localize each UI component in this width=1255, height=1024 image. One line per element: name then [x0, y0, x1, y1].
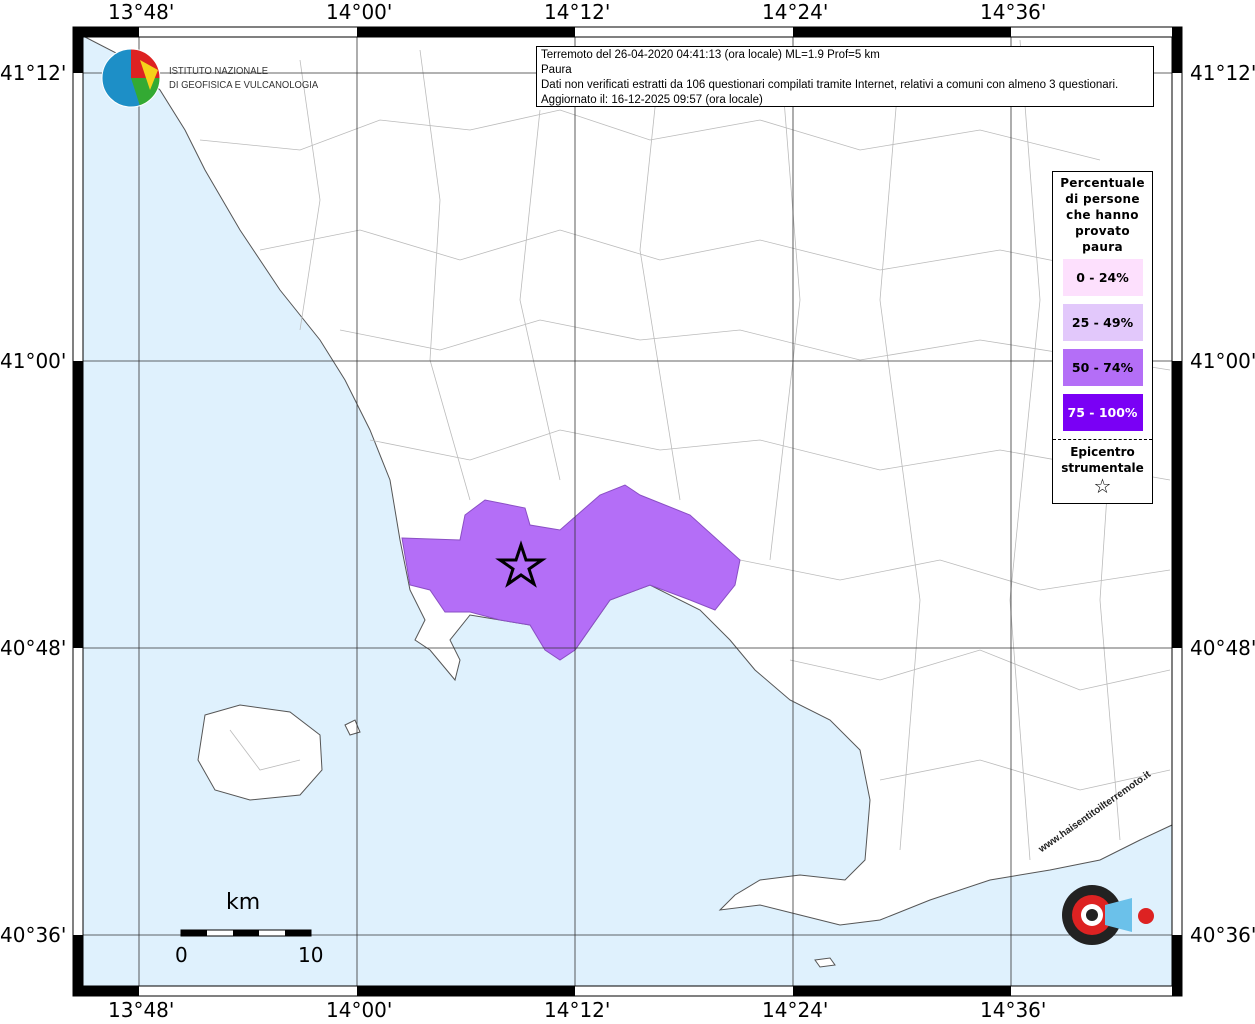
lon-tick-top: 14°12'	[544, 0, 611, 24]
legend-title-line: provato	[1075, 224, 1130, 238]
lon-tick-bottom: 13°48'	[108, 998, 175, 1022]
lat-tick-right: 41°12'	[1190, 61, 1255, 85]
map-canvas[interactable]	[0, 0, 1255, 1024]
lon-tick-top: 13°48'	[108, 0, 175, 24]
lat-tick-right: 40°48'	[1190, 636, 1255, 660]
lon-tick-bottom: 14°12'	[544, 998, 611, 1022]
ingv-logo-text: ISTITUTO NAZIONALE DI GEOFISICA E VULCAN…	[169, 64, 318, 92]
legend-title-line: che hanno	[1066, 208, 1139, 222]
epicenter-label: Epicentro	[1070, 445, 1135, 459]
legend-title-line: di persone	[1065, 192, 1140, 206]
scale-bar	[180, 929, 312, 937]
scale-end: 10	[298, 943, 324, 967]
lat-tick-left: 41°12'	[0, 61, 67, 85]
legend-item-25-49: 25 - 49%	[1062, 304, 1143, 341]
updated-timestamp: Aggiornato il: 16-12-2025 09:57 (ora loc…	[541, 94, 763, 106]
map-parameter: Paura	[541, 64, 572, 76]
lon-tick-bottom: 14°24'	[762, 998, 829, 1022]
lon-tick-bottom: 14°36'	[980, 998, 1047, 1022]
legend-item-50-74: 50 - 74%	[1062, 349, 1143, 386]
legend-title-line: paura	[1082, 240, 1123, 254]
lon-tick-top: 14°36'	[980, 0, 1047, 24]
lat-tick-left: 40°48'	[0, 636, 67, 660]
data-note: Dati non verificati estratti da 106 ques…	[541, 79, 1119, 91]
legend: Percentuale di persone che hanno provato…	[1052, 171, 1153, 504]
lon-tick-bottom: 14°00'	[326, 998, 393, 1022]
legend-divider	[1053, 439, 1152, 440]
ingv-logo-globe	[101, 48, 161, 108]
legend-title: Percentuale di persone che hanno provato…	[1053, 175, 1152, 255]
ingv-logo-line: DI GEOFISICA E VULCANOLOGIA	[169, 79, 319, 91]
event-info-box: Terremoto del 26-04-2020 04:41:13 (ora l…	[536, 46, 1154, 107]
event-title: Terremoto del 26-04-2020 04:41:13 (ora l…	[541, 49, 880, 61]
legend-item-0-24: 0 - 24%	[1062, 259, 1143, 296]
lon-tick-top: 14°24'	[762, 0, 829, 24]
scale-start: 0	[175, 943, 188, 967]
legend-epicenter: Epicentro strumentale ☆	[1053, 444, 1152, 498]
star-outline-icon: ☆	[1093, 474, 1112, 498]
lon-tick-top: 14°00'	[326, 0, 393, 24]
lat-tick-left: 41°00'	[0, 349, 67, 373]
ingv-logo-line: ISTITUTO NAZIONALE	[169, 65, 269, 77]
lat-tick-right: 40°36'	[1190, 923, 1255, 947]
scale-unit: km	[226, 890, 261, 915]
lat-tick-right: 41°00'	[1190, 349, 1255, 373]
legend-item-75-100: 75 - 100%	[1062, 394, 1143, 431]
lat-tick-left: 40°36'	[0, 923, 67, 947]
legend-title-line: Percentuale	[1060, 176, 1145, 190]
